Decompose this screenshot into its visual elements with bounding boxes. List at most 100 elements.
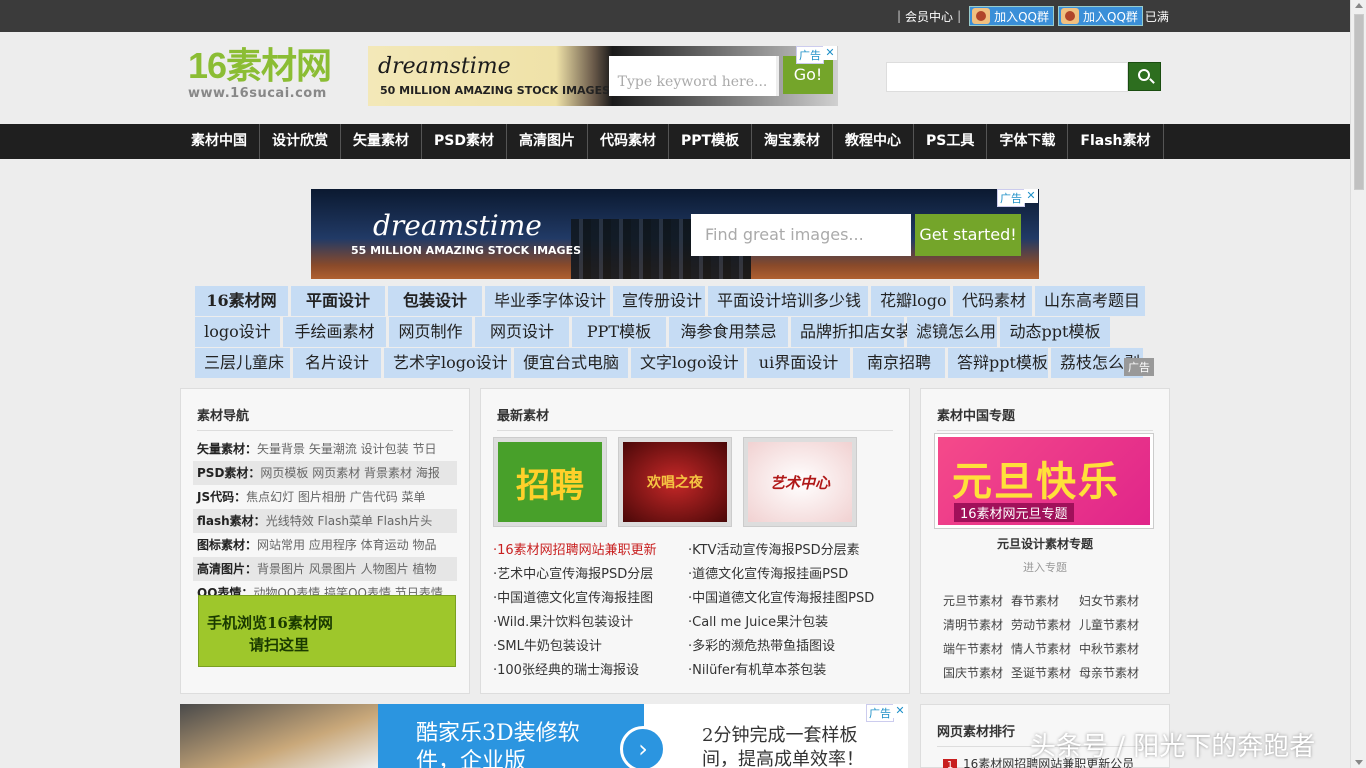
join-qq-group-button-1[interactable]: 加入QQ群 (969, 6, 1055, 26)
keyword-link[interactable]: 三层儿童床 (195, 348, 293, 378)
nav-item[interactable]: PSD素材 (422, 124, 507, 159)
nav-item[interactable]: 高清图片 (507, 124, 588, 159)
keyword-link[interactable]: 动态ppt模板 (1000, 317, 1113, 347)
category-subitems[interactable]: 矢量背景 矢量潮流 设计包装 节日 (257, 442, 436, 456)
category-subitems[interactable]: 网页模板 网页素材 背景素材 海报 (260, 466, 439, 480)
nav-item[interactable]: 矢量素材 (341, 124, 422, 159)
keyword-link[interactable]: 文字logo设计 (631, 348, 747, 378)
keyword-link[interactable]: 代码素材 (953, 286, 1035, 316)
keyword-link[interactable]: 宣传册设计 (613, 286, 708, 316)
holiday-link[interactable]: 元旦节素材 (943, 589, 1011, 613)
news-item[interactable]: ·SML牛奶包装设计 (493, 635, 688, 659)
nav-item[interactable]: PPT模板 (669, 124, 753, 159)
category-head-link[interactable]: flash素材： (197, 514, 266, 528)
chevron-right-icon[interactable]: › (620, 726, 666, 768)
category-head-link[interactable]: PSD素材： (197, 466, 260, 480)
ad-keyword-input[interactable]: Type keyword here... (609, 56, 779, 96)
holiday-link[interactable]: 母亲节素材 (1079, 661, 1147, 685)
keyword-link[interactable]: 包装设计 (388, 286, 485, 316)
banner-ad[interactable]: dreamstime 55 MILLION AMAZING STOCK IMAG… (311, 189, 1039, 279)
join-qq-group-button-2[interactable]: 加入QQ群 (1058, 6, 1143, 26)
news-item[interactable]: ·Call me Juice果汁包装 (688, 611, 883, 635)
keyword-link[interactable]: 南京招聘 (853, 348, 948, 378)
member-center-link[interactable]: 会员中心 (905, 8, 953, 25)
nav-item[interactable]: PS工具 (914, 124, 988, 159)
keyword-link[interactable]: 艺术字logo设计 (384, 348, 514, 378)
holiday-link[interactable]: 清明节素材 (943, 613, 1011, 637)
ad-search-input[interactable]: Find great images... (691, 214, 911, 256)
keyword-link[interactable]: ui界面设计 (747, 348, 853, 378)
holiday-link[interactable]: 春节素材 (1011, 589, 1079, 613)
mobile-qr-banner[interactable]: 手机浏览16素材网 请扫这里 (198, 595, 456, 667)
nav-item[interactable]: 素材中国 (179, 124, 260, 159)
nav-item[interactable]: 教程中心 (833, 124, 915, 159)
scroll-down-icon[interactable] (1355, 760, 1363, 765)
topic-caption[interactable]: 元旦设计素材专题 (921, 535, 1169, 552)
keyword-link[interactable]: 平面设计 (291, 286, 388, 316)
news-item[interactable]: ·Wild.果汁饮料包装设计 (493, 611, 688, 635)
keyword-link[interactable]: 滤镜怎么用 (907, 317, 1000, 347)
keyword-link[interactable]: 品牌折扣店女装 (791, 317, 912, 347)
holiday-link[interactable]: 妇女节素材 (1079, 589, 1147, 613)
nav-item[interactable]: 字体下载 (987, 124, 1069, 159)
nav-item[interactable]: 代码素材 (588, 124, 669, 159)
ad-close-icon[interactable]: ✕ (823, 46, 837, 60)
thumbnail[interactable]: 艺术中心 (743, 437, 857, 527)
keyword-link[interactable]: 山东高考题目 (1035, 286, 1148, 316)
site-logo[interactable]: 16素材网 www.16sucai.com (188, 46, 338, 106)
holiday-link[interactable]: 情人节素材 (1011, 637, 1079, 661)
keyword-link[interactable]: 毕业季字体设计 (485, 286, 613, 316)
news-item[interactable]: ·道德文化宣传海报挂画PSD (688, 563, 883, 587)
keyword-link[interactable]: 网页设计 (475, 317, 572, 347)
topic-banner[interactable]: 元旦快乐 16素材网元旦专题 (934, 433, 1154, 529)
news-item[interactable]: ·中国道德文化宣传海报挂图PSD (688, 587, 883, 611)
holiday-link[interactable]: 劳动节素材 (1011, 613, 1079, 637)
category-head-link[interactable]: 高清图片： (197, 562, 257, 576)
news-item[interactable]: ·多彩的濒危热带鱼插图设 (688, 635, 883, 659)
news-item[interactable]: ·16素材网招聘网站兼职更新 (493, 539, 688, 563)
category-subitems[interactable]: 光线特效 Flash菜单 Flash片头 (266, 514, 433, 528)
scroll-up-icon[interactable] (1355, 3, 1363, 8)
keyword-link[interactable]: 手绘画素材 (283, 317, 389, 347)
holiday-link[interactable]: 圣诞节素材 (1011, 661, 1079, 685)
page-scrollbar[interactable] (1350, 0, 1366, 768)
thumbnail[interactable]: 招聘 (493, 437, 607, 527)
holiday-link[interactable]: 儿童节素材 (1079, 613, 1147, 637)
keyword-link[interactable]: 花瓣logo (871, 286, 953, 316)
news-item[interactable]: ·KTV活动宣传海报PSD分层素 (688, 539, 883, 563)
nav-item[interactable]: 设计欣赏 (260, 124, 341, 159)
keyword-link[interactable]: PPT模板 (572, 317, 669, 347)
news-item[interactable]: ·Nilüfer有机草本茶包装 (688, 659, 883, 683)
keyword-link[interactable]: 便宜台式电脑 (514, 348, 631, 378)
scrollbar-thumb[interactable] (1354, 14, 1364, 190)
nav-item[interactable]: Flash素材 (1068, 124, 1164, 159)
category-head-link[interactable]: 图标素材： (197, 538, 257, 552)
keyword-link[interactable]: 平面设计培训多少钱 (708, 286, 871, 316)
category-subitems[interactable]: 焦点幻灯 图片相册 广告代码 菜单 (246, 490, 425, 504)
news-item[interactable]: ·艺术中心宣传海报PSD分层 (493, 563, 688, 587)
top-ad[interactable]: dreamstime 50 MILLION AMAZING STOCK IMAG… (368, 46, 838, 106)
ad-close-icon[interactable]: ✕ (893, 704, 907, 718)
thumbnail[interactable]: 欢唱之夜 (618, 437, 732, 527)
news-item[interactable]: ·中国道德文化宣传海报挂图 (493, 587, 688, 611)
keyword-link[interactable]: logo设计 (195, 317, 283, 347)
bottom-ad[interactable]: 酷家乐3D装修软 件，企业版 › 2分钟完成一套样板 间，提高成单效率！ (180, 704, 908, 768)
nav-item[interactable]: 淘宝素材 (752, 124, 834, 159)
ad-close-icon[interactable]: ✕ (1024, 189, 1038, 203)
keyword-link[interactable]: 名片设计 (293, 348, 384, 378)
ad-get-started-button[interactable]: Get started! (915, 214, 1021, 256)
category-head-link[interactable]: JS代码： (197, 490, 246, 504)
keyword-link[interactable]: 网页制作 (389, 317, 475, 347)
enter-topic-link[interactable]: 进入专题 (921, 559, 1169, 575)
category-subitems[interactable]: 网站常用 应用程序 体育运动 物品 (257, 538, 436, 552)
keyword-link[interactable]: 海参食用禁忌 (669, 317, 791, 347)
category-head-link[interactable]: 矢量素材： (197, 442, 257, 456)
holiday-link[interactable]: 国庆节素材 (943, 661, 1011, 685)
holiday-link[interactable]: 端午节素材 (943, 637, 1011, 661)
category-subitems[interactable]: 背景图片 风景图片 人物图片 植物 (257, 562, 436, 576)
news-item[interactable]: ·100张经典的瑞士海报设 (493, 659, 688, 683)
holiday-link[interactable]: 中秋节素材 (1079, 637, 1147, 661)
search-input[interactable] (886, 62, 1128, 92)
search-button[interactable] (1128, 62, 1161, 91)
keyword-link[interactable]: 16素材网 (195, 286, 291, 316)
